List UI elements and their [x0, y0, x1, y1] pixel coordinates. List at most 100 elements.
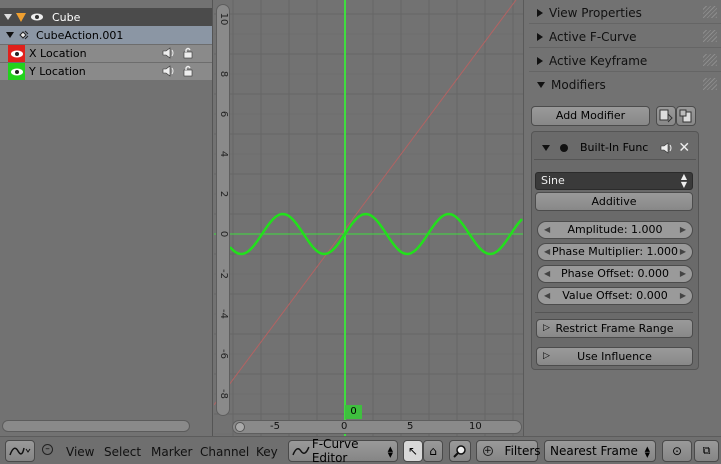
fcurve-label: X Location	[29, 47, 87, 60]
panel-label: View Properties	[549, 5, 642, 20]
increment-icon[interactable]: ▶	[680, 266, 686, 282]
eye-icon[interactable]	[10, 67, 24, 77]
drag-grip-icon[interactable]	[703, 30, 717, 42]
copy-modifiers-button[interactable]	[656, 106, 676, 126]
eye-icon[interactable]	[10, 49, 24, 59]
expand-icon[interactable]	[6, 32, 14, 38]
close-icon[interactable]: ✕	[678, 140, 690, 156]
expand-icon[interactable]	[4, 14, 12, 20]
phase-offset-field[interactable]: ◀ Phase Offset: 0.000 ▶	[537, 265, 693, 283]
panel-active-keyframe[interactable]: Active Keyframe	[529, 50, 721, 72]
fcurve-row-x[interactable]: X Location	[0, 44, 212, 62]
paste-modifiers-button[interactable]	[676, 106, 696, 126]
mode-select[interactable]: F-Curve Editor ▲ ▼	[288, 437, 398, 464]
use-influence-toggle[interactable]: ▷ Use Influence	[536, 347, 693, 366]
panel-modifiers[interactable]: Modifiers	[529, 74, 721, 96]
editor-type-button[interactable]	[5, 440, 35, 462]
search-button[interactable]	[449, 440, 471, 462]
panel-view-properties[interactable]: View Properties	[529, 2, 721, 24]
y-tick-label: 0	[218, 230, 229, 238]
increment-icon[interactable]: ▶	[680, 222, 686, 238]
snap-select[interactable]: Nearest Frame ▲ ▼	[544, 440, 656, 462]
channel-scrollbar[interactable]	[2, 420, 190, 432]
channel-list: Cube CubeAction.001 X Location Y Locatio…	[0, 0, 213, 436]
function-select[interactable]: Sine ▲ ▼	[535, 172, 693, 190]
lock-icon[interactable]	[182, 65, 194, 77]
y-tick-label: -8	[218, 389, 229, 399]
speaker-icon[interactable]	[162, 65, 176, 77]
amplitude-field[interactable]: ◀ Amplitude: 1.000 ▶	[537, 221, 693, 239]
channel-action-row[interactable]: CubeAction.001	[0, 26, 212, 44]
graph-area[interactable]	[214, 0, 523, 436]
menu-marker[interactable]: Marker	[151, 445, 192, 459]
divider	[535, 312, 693, 313]
collapse-menu-icon[interactable]: –	[42, 444, 53, 455]
drag-grip-icon[interactable]	[703, 78, 717, 90]
lock-icon[interactable]	[182, 47, 194, 59]
additive-toggle[interactable]: Additive	[535, 192, 693, 211]
x-location-curve[interactable]	[214, 0, 517, 406]
copy-icon: ⧉	[702, 444, 711, 457]
restrict-frame-range-toggle[interactable]: ▷ Restrict Frame Range	[536, 319, 693, 338]
y-tick-label: -2	[218, 269, 229, 279]
fcurve-row-y[interactable]: Y Location	[0, 62, 212, 80]
current-frame-badge[interactable]: 0	[345, 405, 362, 419]
drag-grip-icon[interactable]	[703, 6, 717, 18]
chevron-updown-icon: ▲ ▼	[680, 172, 687, 189]
y-tick-label: -6	[218, 349, 229, 359]
modifier-header: Built-In Func ✕	[534, 136, 696, 160]
scroll-handle[interactable]	[235, 422, 245, 432]
restrict-frame-range-label: Restrict Frame Range	[555, 322, 674, 335]
object-icon	[16, 12, 26, 22]
x-tick-label: 10	[469, 421, 482, 432]
panel-active-fcurve[interactable]: Active F-Curve	[529, 26, 721, 48]
phase-multiplier-field[interactable]: ◀ Phase Multiplier: 1.000 ▶	[537, 243, 693, 261]
pivot-point-select[interactable]: ⊙	[662, 440, 692, 462]
modifier-active-icon[interactable]	[560, 143, 568, 152]
add-modifier-button[interactable]: Add Modifier	[531, 106, 650, 126]
chevron-updown-icon: ▲ ▼	[387, 445, 393, 459]
menu-key[interactable]: Key	[256, 445, 278, 459]
menu-select[interactable]: Select	[104, 445, 141, 459]
auto-snap-button[interactable]: ⧉	[694, 440, 719, 462]
field-label: Phase Offset: 0.000	[560, 267, 670, 280]
menu-channel[interactable]: Channel	[200, 445, 249, 459]
speaker-icon[interactable]	[660, 141, 674, 154]
decrement-icon[interactable]: ◀	[544, 244, 550, 260]
decrement-icon[interactable]: ◀	[544, 288, 550, 304]
ghost-curve-button[interactable]: ⌂	[423, 440, 443, 462]
y-tick-label: 8	[218, 70, 229, 78]
expand-icon[interactable]	[542, 144, 550, 151]
decrement-icon[interactable]: ◀	[544, 222, 550, 238]
x-tick-label: 5	[407, 421, 414, 432]
collapse-icon[interactable]	[537, 32, 543, 41]
filter-icon: +	[483, 446, 493, 456]
curve-color-swatch[interactable]	[8, 45, 25, 62]
channel-object-row[interactable]: Cube	[0, 8, 212, 26]
filters-label: Filters	[504, 444, 541, 458]
use-influence-label: Use Influence	[577, 350, 652, 363]
menu-view[interactable]: View	[66, 445, 94, 459]
action-icon	[19, 30, 29, 40]
curve-color-swatch[interactable]	[8, 63, 25, 80]
value-offset-field[interactable]: ◀ Value Offset: 0.000 ▶	[537, 287, 693, 305]
speaker-icon[interactable]	[162, 47, 176, 59]
decrement-icon[interactable]: ◀	[544, 266, 550, 282]
x-tick-label: 0	[341, 421, 348, 432]
eye-icon[interactable]	[30, 12, 44, 22]
field-label: Amplitude: 1.000	[567, 223, 663, 236]
increment-icon[interactable]: ▶	[680, 244, 686, 260]
paste-icon	[679, 109, 692, 123]
graph-canvas[interactable]	[214, 0, 523, 436]
pivot-select-button[interactable]: ↖	[403, 440, 423, 462]
increment-icon[interactable]: ▶	[680, 288, 686, 304]
expand-icon[interactable]	[537, 82, 545, 88]
drag-grip-icon[interactable]	[703, 54, 717, 66]
collapse-icon[interactable]	[537, 8, 543, 17]
collapse-icon[interactable]	[537, 56, 543, 65]
mode-select-value: F-Curve Editor	[311, 437, 359, 464]
filters-button[interactable]: + Filters	[476, 440, 541, 462]
field-label: Phase Multiplier: 1.000	[551, 245, 679, 258]
panel-label: Active Keyframe	[549, 53, 648, 68]
x-tick-label: -5	[270, 421, 280, 432]
